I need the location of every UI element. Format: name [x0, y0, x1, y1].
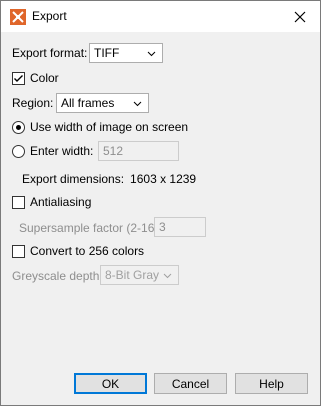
app-icon — [10, 9, 26, 25]
export-dimensions-label: Export dimensions: — [22, 172, 125, 186]
greyscale-depth-label: Greyscale depth: — [12, 269, 103, 283]
antialiasing-label: Antialiasing — [30, 195, 92, 209]
greyscale-depth-dropdown[interactable]: 8-Bit Gray — [100, 265, 179, 285]
ok-button[interactable]: OK — [74, 373, 147, 394]
help-button[interactable]: Help — [235, 373, 308, 394]
cancel-button[interactable]: Cancel — [154, 373, 227, 394]
close-button[interactable] — [280, 1, 320, 32]
region-dropdown[interactable]: All frames — [56, 93, 149, 113]
chevron-down-icon — [133, 101, 142, 107]
export-format-label: Export format: — [12, 46, 88, 60]
convert-256-label: Convert to 256 colors — [30, 244, 145, 258]
antialiasing-checkbox[interactable] — [12, 195, 25, 209]
convert-256-checkbox[interactable] — [12, 244, 25, 258]
color-checkbox[interactable] — [12, 71, 25, 85]
color-label: Color — [30, 71, 59, 85]
checkmark-icon — [14, 74, 23, 82]
enter-width-label: Enter width: — [30, 144, 94, 158]
convert-256-option[interactable]: Convert to 256 colors — [12, 244, 144, 258]
use-screen-width-radio[interactable] — [12, 120, 25, 134]
enter-width-radio[interactable] — [12, 144, 25, 158]
region-label: Region: — [12, 96, 54, 110]
window-title: Export — [32, 9, 67, 23]
close-icon — [294, 11, 306, 22]
region-value: All frames — [61, 96, 115, 110]
supersample-label: Supersample factor (2-16): — [19, 221, 162, 235]
chevron-down-icon — [163, 273, 172, 279]
greyscale-depth-value: 8-Bit Gray — [105, 268, 160, 282]
antialiasing-option[interactable]: Antialiasing — [12, 195, 91, 209]
chevron-down-icon — [147, 51, 156, 57]
export-dialog: Export Export format: TIFF Color Region:… — [0, 0, 321, 406]
export-format-dropdown[interactable]: TIFF — [89, 43, 163, 63]
export-dimensions: Export dimensions: 1603 x 1239 — [22, 172, 196, 186]
export-format-value: TIFF — [94, 46, 120, 60]
color-option[interactable]: Color — [12, 71, 59, 85]
use-screen-width-label: Use width of image on screen — [30, 120, 189, 134]
use-screen-width-option[interactable]: Use width of image on screen — [12, 120, 188, 134]
supersample-input[interactable]: 3 — [154, 217, 206, 237]
width-input[interactable]: 512 — [98, 141, 179, 161]
export-dimensions-value: 1603 x 1239 — [130, 172, 197, 186]
enter-width-option[interactable]: Enter width: — [12, 144, 93, 158]
title-bar: Export — [1, 1, 320, 32]
